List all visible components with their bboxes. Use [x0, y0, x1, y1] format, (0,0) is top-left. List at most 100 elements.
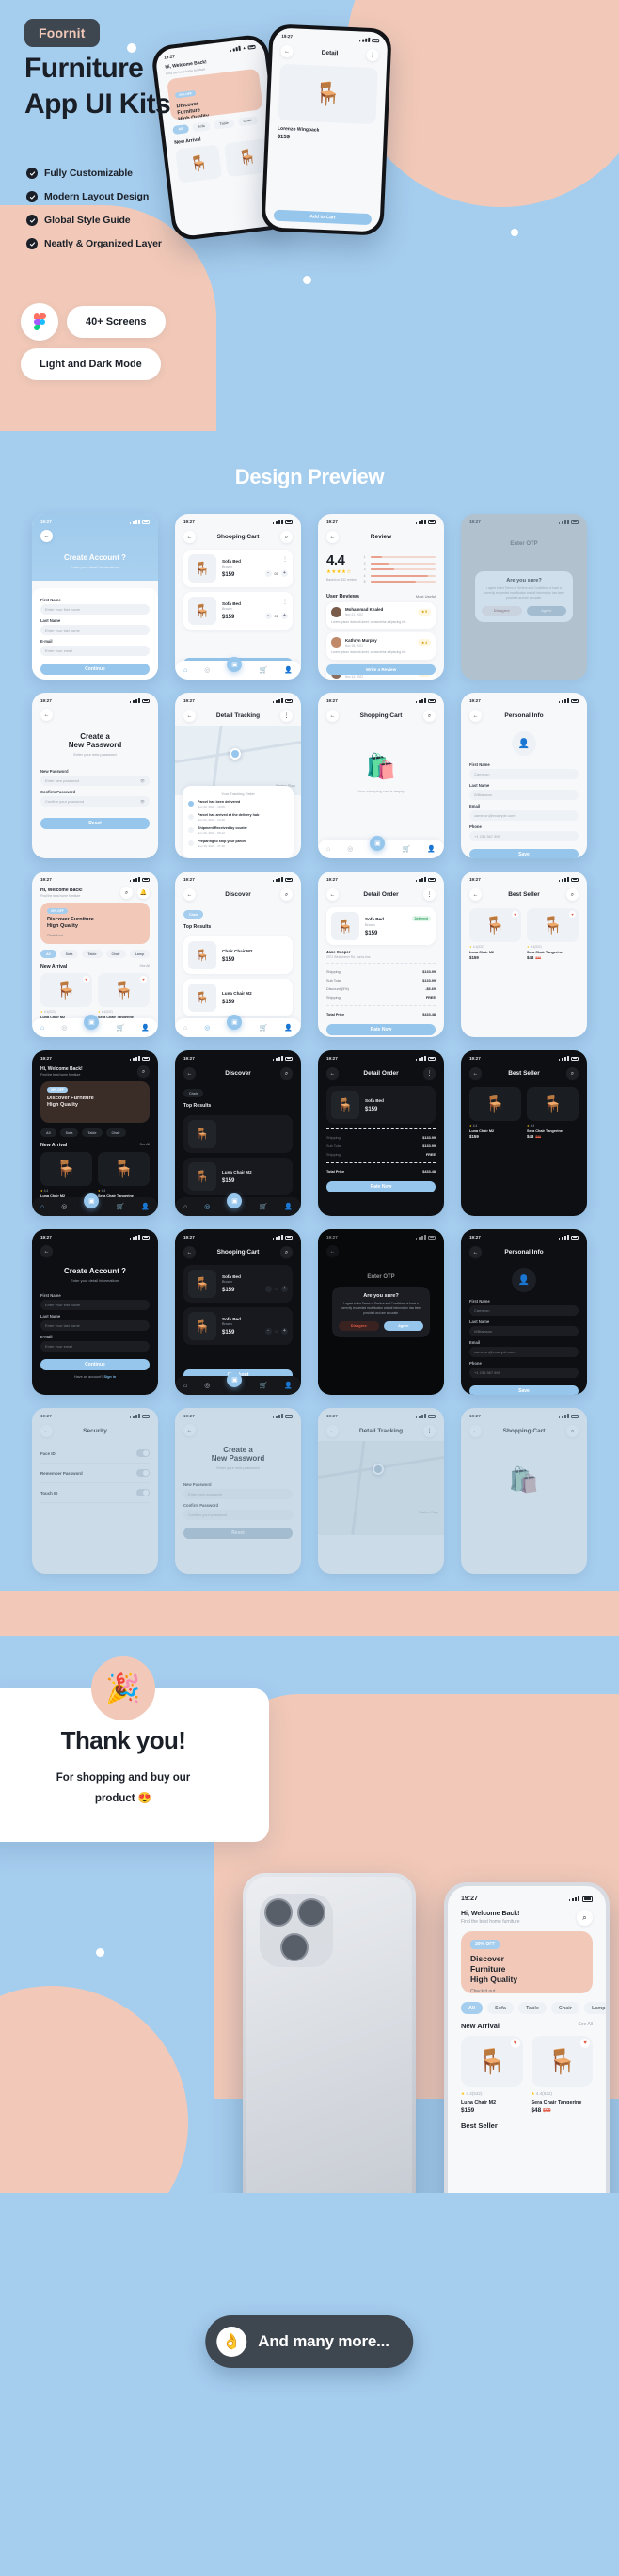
signin-link[interactable]: Sign in	[104, 1375, 117, 1379]
promo-banner[interactable]: 20% OFF Discover Furniture High Quality C…	[40, 903, 150, 944]
back-button[interactable]: ←	[326, 1425, 339, 1437]
favorite-icon[interactable]: ♥	[510, 2039, 520, 2048]
tab-home[interactable]: ⌂	[183, 667, 187, 674]
tab-cart[interactable]: 🛒	[259, 667, 267, 674]
email-input[interactable]: cameron@example.com	[469, 1347, 579, 1357]
result-item[interactable]: 🪑	[183, 1115, 293, 1153]
favorite-icon[interactable]: ♥	[83, 976, 89, 983]
eye-icon[interactable]: 👁	[140, 799, 145, 804]
toggle-switch[interactable]	[136, 1449, 150, 1457]
screen-empty-cart[interactable]: 19:27 ← Shopping Cart ⌕ 🛍️ Your shopping…	[318, 693, 444, 858]
chip-sofa[interactable]: Sofa	[59, 950, 79, 958]
chip-table[interactable]: Table	[214, 118, 235, 130]
tab-home[interactable]: ⌂	[183, 1204, 187, 1210]
back-button[interactable]: ←	[469, 888, 482, 901]
search-icon[interactable]: ⌕	[566, 1425, 579, 1437]
avatar[interactable]: 👤	[512, 731, 536, 756]
chip-sofa[interactable]: Sofa	[191, 120, 212, 133]
continue-button[interactable]: Continue	[40, 1359, 150, 1370]
reset-button[interactable]: Reset	[183, 1528, 293, 1539]
figma-badge[interactable]	[21, 303, 58, 341]
search-icon[interactable]: ⌕	[565, 888, 579, 901]
back-button[interactable]: ←	[183, 1246, 196, 1258]
search-icon[interactable]: ⌕	[565, 1067, 579, 1080]
tab-profile[interactable]: 👤	[284, 1383, 293, 1389]
disagree-button[interactable]: Disagree	[482, 605, 522, 616]
phone-input[interactable]: +1 234 567 890	[469, 1368, 579, 1378]
product-card[interactable]: 🪑♥ ★ 4.4(532) Luna Chair M2 $159	[469, 908, 521, 960]
search-icon[interactable]: ⌕	[137, 1065, 150, 1078]
tracking-map[interactable]: Eastern Pkwy	[175, 726, 301, 795]
tab-profile[interactable]: 👤	[284, 667, 293, 674]
back-button[interactable]: ←	[326, 531, 339, 543]
product-card[interactable]: 🪑♥ ★ 4.4(532) Sera Chair Tangerine $48$9…	[527, 908, 579, 960]
tab-cart[interactable]: 🛒	[402, 846, 410, 853]
screen-detail-order[interactable]: 19:27 ← Detail Order ⋮ 🪑 Sofa Bed Deliver…	[318, 872, 444, 1037]
screens-badge[interactable]: 40+ Screens	[67, 306, 166, 338]
back-button[interactable]: ←	[183, 888, 196, 901]
search-icon[interactable]: ⌕	[280, 1246, 293, 1258]
tab-discover[interactable]: ◎	[204, 1025, 210, 1032]
back-button[interactable]: ←	[469, 1246, 482, 1258]
tab-discover[interactable]: ◎	[347, 846, 353, 853]
cart-item[interactable]: 🪑 Sofa Bed ⋮ Brown $159 -01 +	[183, 592, 293, 630]
first-name-input[interactable]: Enter your first name	[40, 1300, 150, 1310]
tab-home[interactable]: ⌂	[183, 1025, 187, 1032]
tab-profile[interactable]: 👤	[284, 1204, 293, 1210]
search-icon[interactable]: ⌕	[280, 888, 293, 901]
search-icon[interactable]: ⌕	[423, 710, 436, 722]
tab-discover[interactable]: ◎	[204, 1204, 210, 1210]
quantity-stepper[interactable]: -01 +	[264, 1285, 288, 1292]
quantity-stepper[interactable]: -01 +	[264, 569, 288, 577]
tab-discover[interactable]: ◎	[204, 1383, 210, 1389]
screen-discover[interactable]: 19:27 ← Discover ⌕ Chair Top Results 🪑 Ch…	[175, 872, 301, 1037]
save-button[interactable]: Save	[469, 849, 579, 858]
back-button[interactable]: ←	[183, 1067, 196, 1080]
phone-input[interactable]: +1 234 567 890	[469, 831, 579, 841]
avatar[interactable]: 👤	[512, 1268, 536, 1292]
increment-button[interactable]: +	[281, 569, 288, 577]
more-button[interactable]: ⋮	[423, 1425, 436, 1437]
notification-icon[interactable]: 🔔	[137, 887, 150, 899]
chip-chair[interactable]: Chair	[105, 1128, 126, 1137]
back-button[interactable]: ←	[469, 1067, 482, 1080]
add-to-cart-button[interactable]: Add to Cart	[273, 209, 373, 226]
rate-now-button[interactable]: Rate Now	[326, 1024, 436, 1035]
last-name-input[interactable]: Enter your last name	[40, 625, 150, 635]
chip-sofa[interactable]: Sofa	[59, 1128, 79, 1137]
screen-create-account-dark[interactable]: 19:27 ← Create Account ? Enter your deta…	[32, 1229, 158, 1395]
toggle-row[interactable]: Face ID	[40, 1444, 150, 1464]
more-button[interactable]: ⋮	[366, 48, 379, 62]
decrement-button[interactable]: -	[264, 1327, 272, 1335]
favorite-icon[interactable]: ♥	[580, 2039, 590, 2048]
back-button[interactable]: ←	[40, 1425, 53, 1437]
back-button[interactable]: ←	[183, 531, 196, 543]
product-card[interactable]: 🪑	[175, 143, 223, 184]
favorite-icon[interactable]: ♥	[140, 976, 147, 983]
decrement-button[interactable]: -	[264, 569, 272, 577]
tracking-map[interactable]: Eastern Pkwy	[318, 1441, 444, 1535]
back-button[interactable]: ←	[40, 530, 53, 542]
screen-personal-info[interactable]: 19:27 ← Personal Info 👤 First Name Camer…	[461, 693, 587, 858]
screen-new-password[interactable]: 19:27 ← Create a New Password Enter your…	[32, 693, 158, 858]
tab-catalog-fab[interactable]: ▣	[370, 836, 386, 851]
tab-cart[interactable]: 🛒	[259, 1204, 267, 1210]
confirm-password-input[interactable]: Confirm your password 👁	[40, 796, 150, 807]
agree-button[interactable]: Agree	[383, 1320, 423, 1331]
last-name-input[interactable]: Williamson	[469, 790, 579, 800]
back-button[interactable]: ←	[183, 1424, 196, 1436]
chip-all[interactable]: All	[40, 950, 56, 958]
screen-create-account[interactable]: 19:27 ← Create Account ? Enter your deta…	[32, 514, 158, 680]
chip-lamp[interactable]: Lamp	[583, 2002, 606, 2014]
tab-profile[interactable]: 👤	[427, 846, 436, 853]
more-button[interactable]: ⋮	[423, 1067, 436, 1080]
more-button[interactable]: ⋮	[280, 710, 293, 722]
result-item[interactable]: 🪑 Luna Chair M2 $159	[183, 1158, 293, 1195]
tab-catalog-fab[interactable]: ▣	[227, 657, 243, 672]
chip-all[interactable]: All	[172, 123, 189, 135]
tab-cart[interactable]: 🛒	[259, 1383, 267, 1389]
new-password-input[interactable]: Enter new password	[183, 1489, 293, 1499]
back-button[interactable]: ←	[280, 44, 294, 58]
tab-cart[interactable]: 🛒	[116, 1204, 124, 1210]
see-all-link[interactable]: See All	[139, 964, 150, 969]
